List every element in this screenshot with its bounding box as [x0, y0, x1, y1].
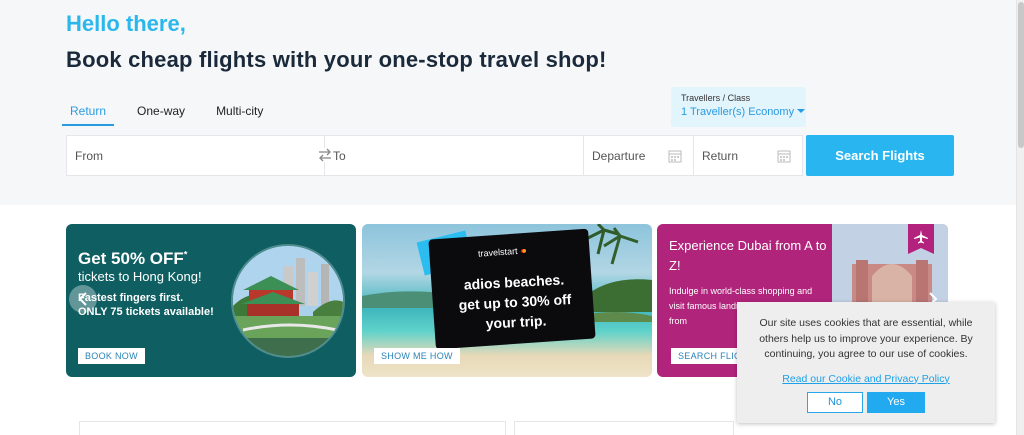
- greeting: Hello there,: [66, 11, 186, 36]
- chevron-left-icon: [78, 292, 87, 306]
- to-field[interactable]: To: [325, 136, 584, 175]
- hero-section: Hello there, Book cheap flights with you…: [0, 0, 1016, 205]
- promo-adios-beaches[interactable]: travelstart ●● adios beaches. get up to …: [362, 224, 652, 377]
- tab-one-way[interactable]: One-way: [129, 98, 193, 126]
- cookie-yes-button[interactable]: Yes: [867, 391, 925, 413]
- from-field[interactable]: From: [67, 136, 333, 175]
- to-placeholder: To: [333, 149, 346, 163]
- return-date-field[interactable]: Return: [694, 136, 802, 175]
- cookie-message: Our site uses cookies that are essential…: [759, 317, 973, 360]
- carousel-prev-button[interactable]: [69, 285, 97, 313]
- scrollbar-thumb[interactable]: [1018, 2, 1024, 148]
- page-title: Book cheap flights with your one-stop tr…: [66, 47, 607, 72]
- return-placeholder: Return: [702, 149, 739, 163]
- tab-return[interactable]: Return: [62, 98, 115, 126]
- traveller-class-dropdown[interactable]: 1 Traveller(s) Economy: [681, 106, 806, 118]
- promo-text-line: ONLY 75 tickets available!: [78, 306, 214, 318]
- departure-placeholder: Departure: [592, 149, 646, 163]
- search-flights-button[interactable]: Search Flights: [806, 135, 954, 176]
- beach-message: adios beaches. get up to 30% off your tr…: [439, 268, 592, 336]
- tab-multi-city[interactable]: Multi-city: [208, 98, 271, 126]
- book-now-button[interactable]: BOOK NOW: [78, 348, 145, 364]
- cookie-buttons: No Yes: [749, 391, 983, 413]
- cookie-policy-link[interactable]: Read our Cookie and Privacy Policy: [749, 373, 983, 385]
- calendar-icon: [777, 149, 791, 163]
- hong-kong-temple-image: [231, 244, 345, 358]
- promo-hong-kong[interactable]: Get 50% OFF* tickets to Hong Kong! Faste…: [66, 224, 356, 377]
- trip-type-tabs: Return One-way Multi-city: [62, 98, 286, 126]
- from-placeholder: From: [75, 149, 103, 163]
- cookie-no-button[interactable]: No: [807, 391, 863, 413]
- caret-down-icon: [797, 109, 806, 113]
- calendar-icon: [668, 149, 682, 163]
- promo-title: Get 50% OFF*: [78, 249, 187, 269]
- swap-icon[interactable]: [317, 148, 333, 162]
- page-scrollbar[interactable]: [1016, 0, 1024, 435]
- promo-title-text: Get 50% OFF: [78, 249, 184, 268]
- show-me-how-button[interactable]: SHOW ME HOW: [374, 348, 460, 364]
- cookie-consent-banner: Our site uses cookies that are essential…: [737, 302, 995, 423]
- promo-subtitle: tickets to Hong Kong!: [78, 269, 202, 284]
- mastercard-icon-right: ●: [521, 245, 528, 256]
- traveller-class-label: Travellers / Class: [681, 93, 751, 103]
- departure-date-field[interactable]: Departure: [584, 136, 694, 175]
- content-card: [79, 421, 506, 435]
- flight-search-form: From To Departure Return: [66, 135, 803, 176]
- airplane-icon: [914, 230, 928, 244]
- promo-title-mark: *: [183, 249, 188, 260]
- content-card: [514, 421, 734, 435]
- traveller-class-selector[interactable]: Travellers / Class 1 Traveller(s) Econom…: [671, 87, 806, 127]
- traveller-class-value: 1 Traveller(s) Economy: [681, 106, 795, 118]
- promo-title: Experience Dubai from A to Z!: [669, 238, 827, 273]
